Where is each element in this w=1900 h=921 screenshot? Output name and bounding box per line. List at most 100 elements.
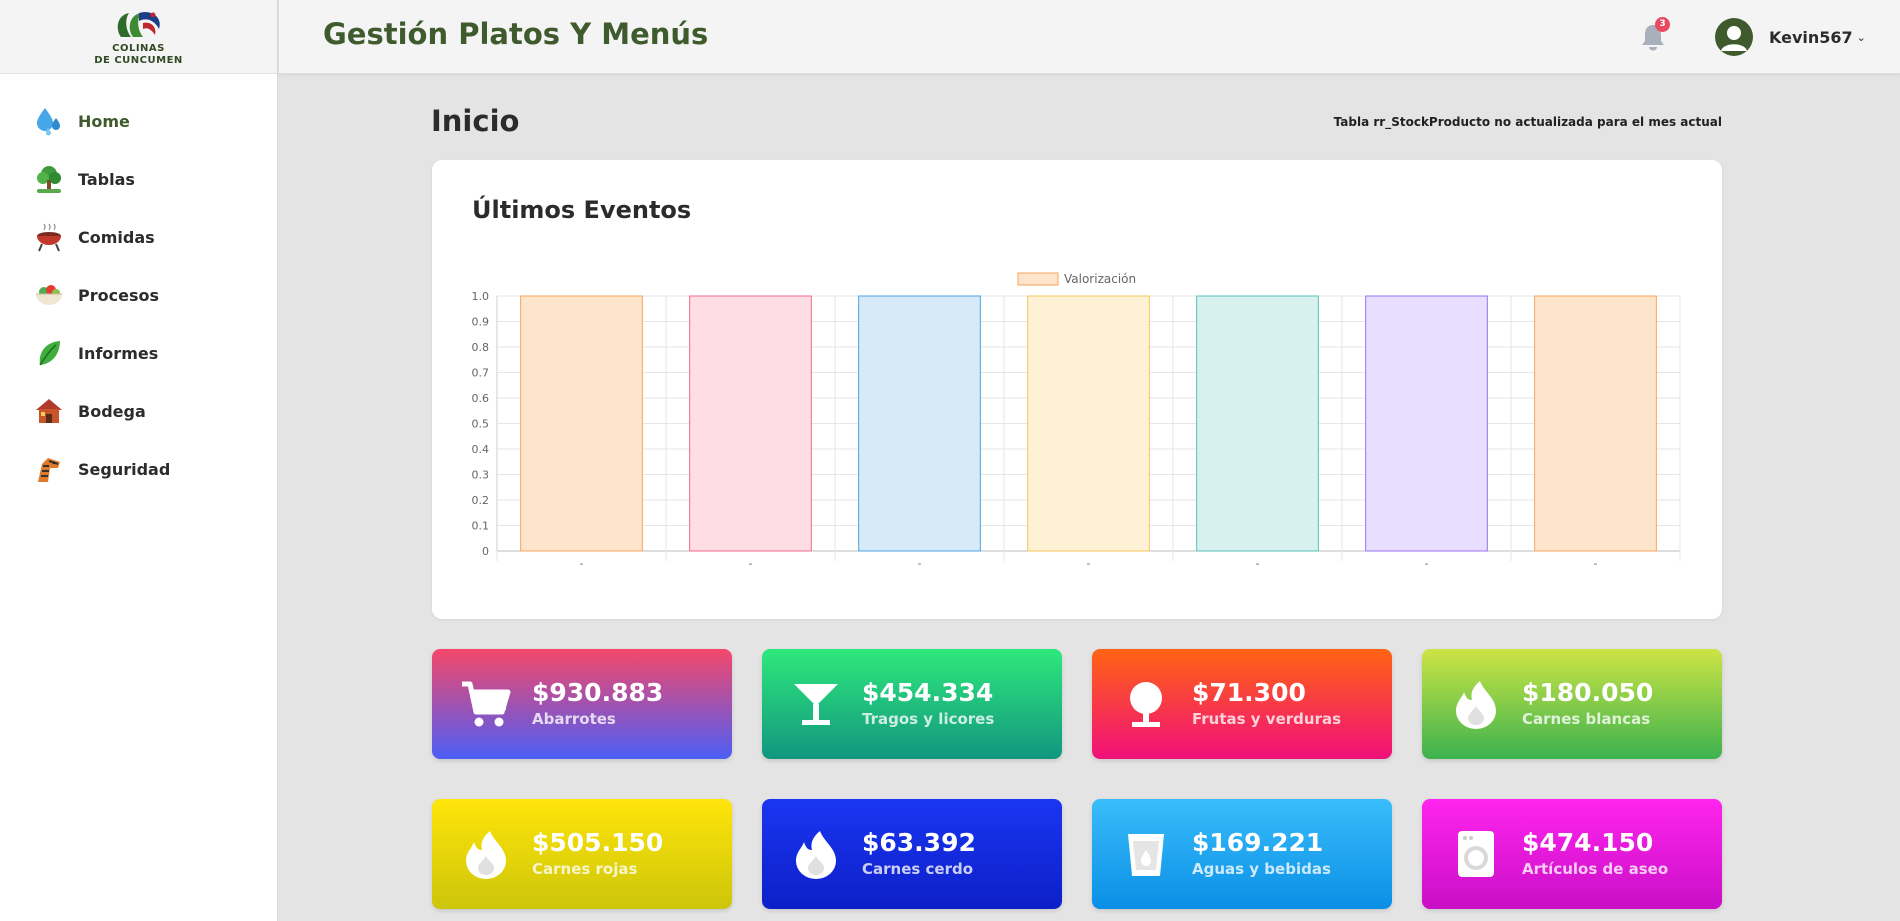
house-icon	[34, 396, 64, 426]
sidebar-nav: Home Tablas Comidas Procesos Informes Bo…	[0, 74, 277, 498]
chevron-down-icon: ⌄	[1856, 30, 1866, 44]
water-drops-icon	[34, 106, 64, 136]
tile-value: $71.300	[1192, 678, 1306, 707]
zebra-icon	[34, 454, 64, 484]
flame-icon	[458, 826, 514, 882]
x-tick-label: -	[1594, 557, 1598, 570]
category-tile[interactable]: $180.050 Carnes blancas	[1422, 649, 1722, 759]
legend-label: Valorización	[1064, 272, 1136, 286]
sidebar-item-label: Bodega	[78, 401, 146, 421]
x-tick-label: -	[1425, 557, 1429, 570]
stock-notice: Tabla rr_StockProducto no actualizada pa…	[1333, 115, 1722, 129]
x-tick-label: -	[749, 557, 753, 570]
logo-icon	[117, 11, 160, 37]
sidebar-item-seguridad[interactable]: Seguridad	[0, 440, 277, 498]
tile-text: $71.300 Frutas y verduras	[1192, 678, 1341, 730]
logo-line-1: COLINAS	[112, 42, 165, 54]
cocktail-glass-icon	[788, 676, 844, 732]
events-card: Últimos Eventos 0 0.1 0.2 0.3 0.4 0.5 0.6 0.7 0.…	[432, 160, 1722, 619]
sidebar-item-label: Informes	[78, 343, 159, 363]
y-tick-label: 0.1	[472, 520, 490, 533]
y-tick-label: 0.8	[472, 341, 490, 354]
chart-bar	[858, 295, 981, 552]
user-icon	[1721, 26, 1747, 51]
sidebar-item-bodega[interactable]: Bodega	[0, 382, 277, 440]
tile-text: $930.883 Abarrotes	[532, 678, 663, 730]
user-menu[interactable]: Kevin567 ⌄	[1715, 18, 1866, 56]
tile-value: $169.221	[1192, 828, 1324, 857]
sidebar-item-informes[interactable]: Informes	[0, 324, 277, 382]
logo-text: COLINAS DE CUNCUMEN	[94, 43, 183, 67]
y-tick-label: 0.5	[472, 418, 490, 431]
tile-label: Tragos y licores	[862, 710, 995, 728]
tile-value: $930.883	[532, 678, 664, 707]
x-tick-label: -	[580, 557, 584, 570]
tile-text: $505.150 Carnes rojas	[532, 828, 663, 880]
chart-bar	[520, 295, 643, 552]
category-tile[interactable]: $71.300 Frutas y verduras	[1092, 649, 1392, 759]
tile-text: $180.050 Carnes blancas	[1522, 678, 1653, 730]
category-tile[interactable]: $474.150 Artículos de aseo	[1422, 799, 1722, 909]
sidebar-item-home[interactable]: Home	[0, 92, 277, 150]
y-tick-label: 0.2	[472, 494, 490, 507]
events-bar-chart: 0 0.1 0.2 0.3 0.4 0.5 0.6 0.7 0.8 0.9 1.0 - - - - - - - Va…	[472, 272, 1681, 570]
sidebar-item-label: Procesos	[78, 285, 159, 305]
tile-value: $505.150	[532, 828, 664, 857]
grill-icon	[34, 222, 64, 252]
tile-text: $169.221 Aguas y bebidas	[1192, 828, 1331, 880]
category-tile[interactable]: $930.883 Abarrotes	[432, 649, 732, 759]
tile-label: Carnes blancas	[1522, 710, 1651, 728]
top-bar: Gestión Platos Y Menús 3 Kevin567 ⌄	[279, 0, 1900, 74]
y-tick-label: 0.4	[472, 443, 490, 456]
tile-label: Carnes cerdo	[862, 860, 974, 878]
category-tile[interactable]: $454.334 Tragos y licores	[762, 649, 1062, 759]
sidebar-item-label: Tablas	[78, 169, 135, 189]
legend-swatch	[1017, 272, 1059, 286]
notification-badge: 3	[1655, 17, 1670, 32]
leaf-icon	[34, 338, 64, 368]
y-tick-label: 0.6	[472, 392, 490, 405]
sidebar-item-tablas[interactable]: Tablas	[0, 150, 277, 208]
tile-value: $180.050	[1522, 678, 1654, 707]
sidebar-item-procesos[interactable]: Procesos	[0, 266, 277, 324]
x-tick-label: -	[918, 557, 922, 570]
sidebar-item-label: Seguridad	[78, 459, 171, 479]
sidebar-item-label: Comidas	[78, 227, 155, 247]
tile-label: Abarrotes	[532, 710, 616, 728]
user-name: Kevin567	[1769, 27, 1853, 47]
chart-bar	[1027, 295, 1150, 552]
flame-icon	[1448, 676, 1504, 732]
tile-label: Artículos de aseo	[1522, 860, 1669, 878]
tile-label: Aguas y bebidas	[1192, 860, 1331, 878]
y-tick-label: 0	[482, 545, 489, 558]
sidebar-item-label: Home	[78, 111, 130, 131]
chart-bar	[1196, 295, 1319, 552]
tile-text: $454.334 Tragos y licores	[862, 678, 994, 730]
tile-label: Carnes rojas	[532, 860, 638, 878]
tile-text: $63.392 Carnes cerdo	[862, 828, 976, 880]
sidebar: COLINAS DE CUNCUMEN Home Tablas Comidas	[0, 0, 278, 921]
tree-icon	[34, 164, 64, 194]
tile-value: $63.392	[862, 828, 976, 857]
chart-bar	[689, 295, 812, 552]
water-glass-icon	[1118, 826, 1174, 882]
page-title: Inicio	[431, 104, 520, 138]
sidebar-item-comidas[interactable]: Comidas	[0, 208, 277, 266]
category-tile[interactable]: $505.150 Carnes rojas	[432, 799, 732, 909]
washing-machine-icon	[1448, 826, 1504, 882]
shopping-cart-icon	[458, 676, 514, 732]
category-tile[interactable]: $63.392 Carnes cerdo	[762, 799, 1062, 909]
tree-icon	[1118, 676, 1174, 732]
notifications-button[interactable]: 3	[1639, 17, 1670, 52]
tile-value: $474.150	[1522, 828, 1654, 857]
x-tick-label: -	[1256, 557, 1260, 570]
y-tick-label: 0.7	[472, 367, 490, 380]
app-title: Gestión Platos Y Menús	[323, 17, 709, 51]
flame-icon	[788, 826, 844, 882]
brand-logo[interactable]: COLINAS DE CUNCUMEN	[0, 0, 277, 74]
x-tick-label: -	[1087, 557, 1091, 570]
y-tick-label: 0.3	[472, 469, 490, 482]
category-tile[interactable]: $169.221 Aguas y bebidas	[1092, 799, 1392, 909]
tile-text: $474.150 Artículos de aseo	[1522, 828, 1668, 880]
tile-label: Frutas y verduras	[1192, 710, 1342, 728]
